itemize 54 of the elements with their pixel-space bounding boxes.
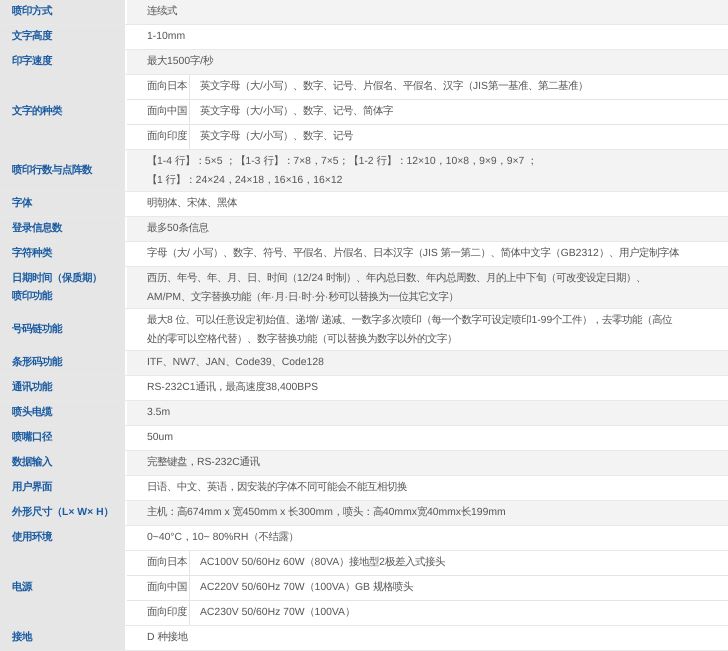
value-text: AC100V 50/60Hz 60W（80VA）接地型2极差入式接头 xyxy=(199,555,445,570)
row-label: 电源 xyxy=(12,580,32,595)
value-text: 明朝体、宋体、黑体 xyxy=(147,196,237,212)
row-label: 接地 xyxy=(12,630,32,645)
row-label: 日期时间（保质期） xyxy=(12,271,102,286)
value-text: AC230V 50/60Hz 70W（100VA） xyxy=(199,606,355,620)
row-label: 通讯功能 xyxy=(12,380,52,395)
value-text: 3.5m xyxy=(147,406,170,420)
region-label: 面向日本 xyxy=(147,555,187,570)
row-label: 喷印方式 xyxy=(12,4,52,19)
value-text: 最多50条信息 xyxy=(147,222,209,236)
value-text: 最大8 位、可以任意设定初始值、递增/ 递减、一数字多次喷印（每一个数字可设定喷印1-99个工件），去零功能（高位 xyxy=(147,313,674,328)
region-label: 面向日本 xyxy=(147,79,187,94)
row-label: 喷嘴口径 xyxy=(12,430,52,445)
region-label: 面向中国 xyxy=(147,580,187,596)
region-label: 面向印度 xyxy=(147,605,187,620)
value-text: 连续式 xyxy=(147,4,177,20)
value-text: 0~40°C，10~ 80%RH（不结露） xyxy=(147,530,298,546)
row-label: 登录信息数 xyxy=(12,221,62,236)
row-label: 文字的种类 xyxy=(12,104,62,119)
row-label: 数据输入 xyxy=(12,455,52,470)
row-label: 条形码功能 xyxy=(12,355,62,370)
value-text: 1-10mm xyxy=(147,30,186,44)
row-label: 号码链功能 xyxy=(12,322,62,336)
row-label: 文字高度 xyxy=(12,28,52,44)
value-text: ITF、NW7、JAN、Code39、Code128 xyxy=(147,356,324,370)
value-text: 50um xyxy=(147,431,173,446)
value-text: 主机：高674mm x 宽450mm x 长300mm，喷头：高40mmx宽40mmx长199mm xyxy=(147,505,506,520)
value-text: 【1-4 行】：5×5 ；【1-3 行】：7×8，7×5；【1-2 行】：12×10，10×8，9×9，9×7 ； xyxy=(147,154,538,168)
value-text: AC220V 50/60Hz 70W（100VA）GB 规格喷头 xyxy=(199,580,413,596)
row-label: 用户界面 xyxy=(12,480,52,495)
row-label: 喷头电缆 xyxy=(12,405,52,420)
region-label: 面向中国 xyxy=(147,104,187,120)
row-label: 印字速度 xyxy=(12,54,52,69)
value-text: 英文字母（大/小写）、数字、记号 xyxy=(199,129,353,144)
row-label: 喷印功能 xyxy=(12,289,54,304)
value-text: 【1 行】：24×24，24×18，16×16，16×12 xyxy=(147,173,344,188)
row-label: 使用环境 xyxy=(12,530,52,545)
value-text: AM/PM、文字替换功能（年·月·日·时·分·秒可以替换为一位其它文字） xyxy=(147,290,460,304)
value-text: 英文字母（大/小写）、数字、记号、片假名、平假名、汉字（JIS第一基准、第二基准） xyxy=(199,79,588,94)
row-label: 外形尺寸（L× W× H） xyxy=(12,505,114,520)
value-text: 完整键盘，RS-232C通讯 xyxy=(147,455,260,470)
value-text: 日语、中文、英语，因安装的字体不同可能会不能互相切换 xyxy=(147,480,407,496)
value-text: 字母（大/ 小写）、数字、符号、平假名、片假名、日本汉字（JIS 第一第二）、简体中文字（GB2312）、用户定制字体 xyxy=(147,246,679,262)
value-text: 最大1500字/秒 xyxy=(147,54,214,70)
value-text: D 种接地 xyxy=(147,630,188,646)
row-label: 字符种类 xyxy=(12,246,52,261)
value-text: RS-232C1通讯，最高速度38,400BPS xyxy=(147,380,318,396)
value-text: 处的零可以空格代替）、数字替换功能（可以替换为数字以外的文字） xyxy=(147,332,458,346)
value-text: 英文字母（大/小写）、数字、记号、简体字 xyxy=(199,104,393,120)
value-text: 西历、年号、年、月、日、时间（12/24 时制）、年内总日数、年内总周数、月的上中下旬（可改变设定日期）、 xyxy=(147,271,647,286)
region-label: 面向印度 xyxy=(147,129,187,144)
row-label: 喷印行数与点阵数 xyxy=(12,163,92,178)
row-label: 字体 xyxy=(12,196,32,211)
